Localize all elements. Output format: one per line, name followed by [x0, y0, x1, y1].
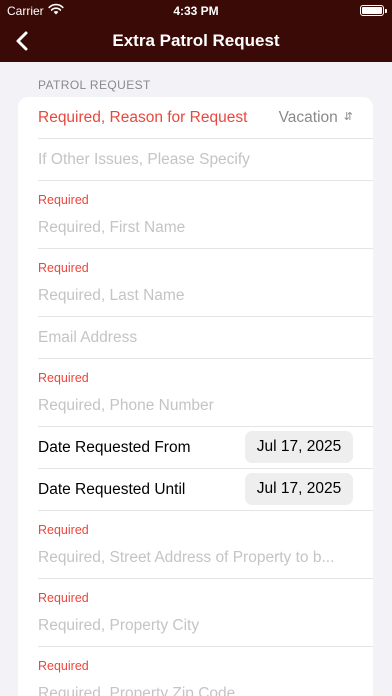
date-from-picker[interactable]: Jul 17, 2025	[245, 431, 353, 463]
city-input[interactable]: Required, Property City	[38, 617, 353, 635]
reason-value: Vacation	[278, 109, 338, 126]
street-input[interactable]: Required, Street Address of Property to …	[38, 549, 353, 567]
date-until-row: Date Requested Until Jul 17, 2025	[18, 469, 373, 511]
first-name-field[interactable]: Required Required, First Name	[18, 181, 373, 249]
navigation-bar: Extra Patrol Request	[0, 20, 392, 62]
date-from-row: Date Requested From Jul 17, 2025	[18, 427, 373, 469]
other-issues-field[interactable]: If Other Issues, Please Specify	[18, 139, 373, 181]
phone-field[interactable]: Required Required, Phone Number	[18, 359, 373, 427]
section-header: PATROL REQUEST	[38, 78, 151, 92]
required-label: Required	[38, 659, 89, 673]
required-label: Required	[38, 261, 89, 275]
street-field[interactable]: Required Required, Street Address of Pro…	[18, 511, 373, 579]
page-title: Extra Patrol Request	[112, 31, 280, 50]
required-label: Required	[38, 193, 89, 207]
city-field[interactable]: Required Required, Property City	[18, 579, 373, 647]
reason-label: Required, Reason for Request	[38, 109, 248, 126]
required-label: Required	[38, 591, 89, 605]
last-name-field[interactable]: Required Required, Last Name	[18, 249, 373, 317]
header: Carrier 4:33 PM Extra Patrol Request	[0, 0, 392, 62]
required-label: Required	[38, 523, 89, 537]
email-field[interactable]: Email Address	[18, 317, 373, 359]
reason-picker-row[interactable]: Required, Reason for Request Vacation ⇵	[18, 97, 373, 139]
battery-icon	[360, 5, 387, 16]
email-input[interactable]: Email Address	[38, 329, 353, 347]
required-label: Required	[38, 371, 89, 385]
phone-input[interactable]: Required, Phone Number	[38, 397, 353, 415]
date-until-label: Date Requested Until	[38, 481, 186, 498]
date-until-picker[interactable]: Jul 17, 2025	[245, 473, 353, 505]
zip-input[interactable]: Required, Property Zip Code	[38, 685, 353, 696]
chevron-up-down-icon: ⇵	[343, 111, 353, 123]
first-name-input[interactable]: Required, First Name	[38, 219, 353, 237]
reason-picker[interactable]: Vacation ⇵	[279, 109, 353, 127]
status-time: 4:33 PM	[173, 4, 219, 18]
last-name-input[interactable]: Required, Last Name	[38, 287, 353, 305]
form-card: Required, Reason for Request Vacation ⇵ I…	[18, 97, 373, 696]
other-issues-input[interactable]: If Other Issues, Please Specify	[38, 151, 353, 169]
status-bar: Carrier 4:33 PM	[0, 0, 392, 20]
zip-field[interactable]: Required Required, Property Zip Code	[18, 647, 373, 696]
date-from-label: Date Requested From	[38, 439, 191, 456]
